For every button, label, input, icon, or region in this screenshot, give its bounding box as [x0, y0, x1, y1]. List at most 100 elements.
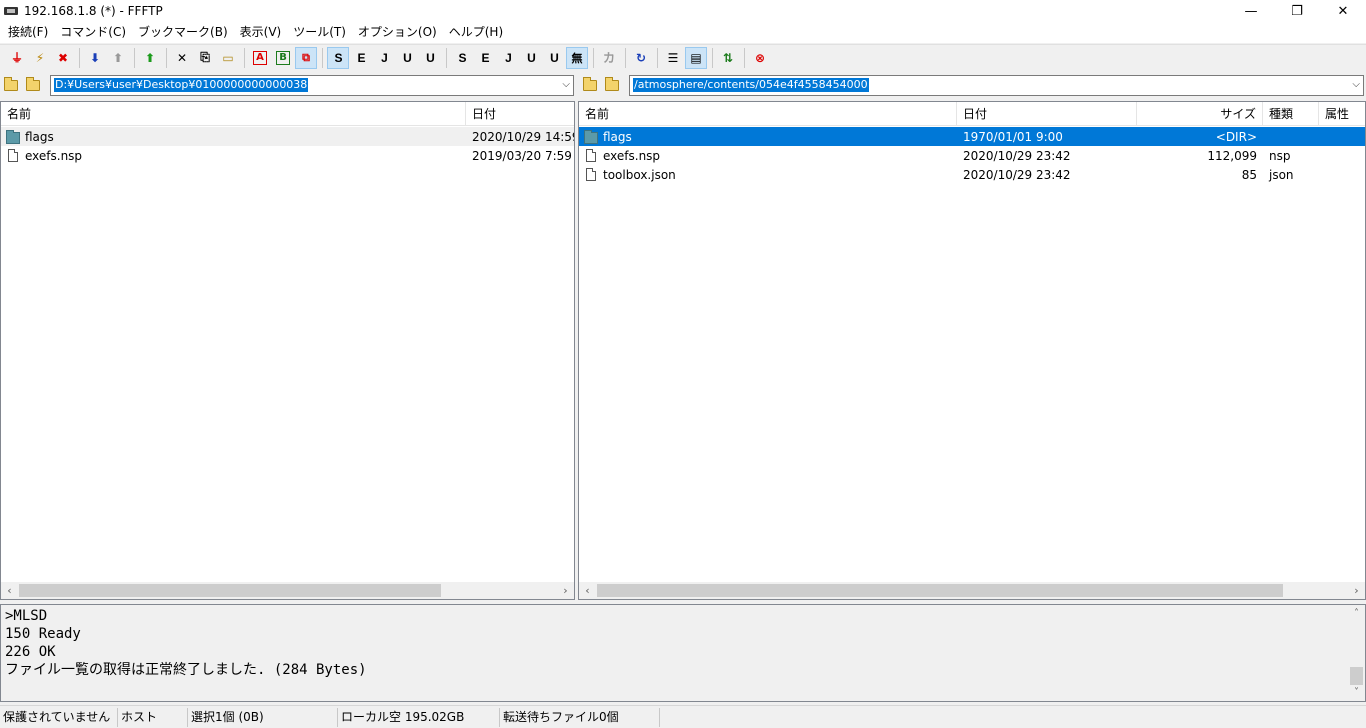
sync-icon: ⇅ [722, 50, 734, 65]
local-path-input[interactable]: D:¥Users¥user¥Desktop¥0100000000000038 ⌵ [50, 74, 574, 96]
local-file-list[interactable]: 名前 日付 flags 2020/10/29 14:59 exefs.nsp 2… [0, 101, 575, 600]
detail-view-icon: ▤ [690, 50, 702, 65]
remote-path-input[interactable]: /atmosphere/contents/054e4f4558454000 ⌵ [629, 74, 1364, 96]
menu-connect[interactable]: 接続(F) [2, 22, 54, 43]
delete-button[interactable]: ✕ [171, 47, 193, 69]
local-open-folder-button[interactable] [22, 74, 44, 96]
scroll-down-icon[interactable]: ˅ [1348, 684, 1365, 701]
scroll-up-icon[interactable]: ˄ [1348, 605, 1365, 622]
binary-mode-button[interactable]: B [272, 47, 294, 69]
close-button[interactable]: ✕ [1320, 0, 1366, 22]
menu-view[interactable]: 表示(V) [234, 22, 288, 43]
rename-button[interactable]: ⎘ [194, 47, 216, 69]
minimize-button[interactable]: — [1228, 0, 1274, 22]
chevron-down-icon[interactable]: ⌵ [562, 79, 570, 90]
rename-icon: ⎘ [200, 50, 210, 64]
host-utf8-button[interactable]: U [396, 47, 418, 69]
kana-conversion-button[interactable]: カ [598, 47, 620, 69]
host-utf8bom-button[interactable]: U [419, 47, 441, 69]
abort-button[interactable]: ⊗ [749, 47, 771, 69]
list-item[interactable]: toolbox.json 2020/10/29 23:42 85 json [579, 165, 1365, 184]
local-utf8bom-button[interactable]: U [543, 47, 565, 69]
local-list-header: 名前 日付 [1, 102, 574, 126]
folder-open-icon [26, 76, 40, 91]
mirror-upload-button[interactable]: ⬆ [139, 47, 161, 69]
window-title: 192.168.1.8 (*) - FFFTP [24, 4, 163, 18]
scroll-right-icon[interactable]: › [557, 582, 574, 599]
sync-browse-button[interactable]: ⇅ [717, 47, 739, 69]
disconnect-button[interactable]: ✖ [52, 47, 74, 69]
folder-up-icon [4, 76, 18, 91]
list-view-button[interactable]: ☰ [662, 47, 684, 69]
host-jis-button[interactable]: J [373, 47, 395, 69]
remote-col-name[interactable]: 名前 [579, 102, 957, 126]
local-col-date[interactable]: 日付 [466, 102, 574, 126]
file-icon [8, 149, 18, 162]
local-euc-button[interactable]: E [474, 47, 496, 69]
local-utf8-button[interactable]: U [520, 47, 542, 69]
host-euc-button[interactable]: E [350, 47, 372, 69]
scrollbar-thumb[interactable] [1350, 667, 1363, 685]
list-item[interactable]: exefs.nsp 2019/03/20 7:59 [1, 146, 574, 165]
disconnect-icon: ✖ [57, 50, 69, 65]
upload-button[interactable]: ⬆ [107, 47, 129, 69]
list-item[interactable]: flags 1970/01/01 9:00 <DIR> [579, 127, 1365, 146]
menu-options[interactable]: オプション(O) [352, 22, 443, 43]
list-view-icon: ☰ [667, 50, 679, 65]
arrow-down-icon: ⬇ [89, 50, 101, 65]
scrollbar-thumb[interactable] [597, 584, 1283, 597]
scroll-right-icon[interactable]: › [1348, 582, 1365, 599]
connect-button[interactable]: ⏚ [6, 47, 28, 69]
delete-icon: ✕ [176, 50, 188, 65]
auto-mode-button[interactable]: ⧉ [295, 46, 317, 69]
download-button[interactable]: ⬇ [84, 47, 106, 69]
local-horizontal-scrollbar[interactable]: ‹ › [1, 582, 574, 599]
local-parent-folder-button[interactable] [0, 74, 22, 96]
menu-command[interactable]: コマンド(C) [54, 22, 132, 43]
auto-mode-icon: ⧉ [302, 50, 310, 64]
chevron-down-icon[interactable]: ⌵ [1352, 79, 1360, 90]
detail-view-button[interactable]: ▤ [685, 46, 707, 69]
quick-connect-button[interactable]: ⚡ [29, 47, 51, 69]
remote-open-folder-button[interactable] [601, 74, 623, 96]
status-bar: 保護されていません ホスト 選択1個 (0B) ローカル空 195.02GB 転… [0, 705, 1366, 728]
ascii-mode-button[interactable]: A [249, 47, 271, 69]
remote-col-date[interactable]: 日付 [957, 102, 1137, 126]
status-host: ホスト [118, 707, 188, 727]
folder-open-icon [605, 76, 619, 91]
scroll-left-icon[interactable]: ‹ [1, 582, 18, 599]
mkdir-button[interactable]: ▭ [217, 47, 239, 69]
remote-path-bar: /atmosphere/contents/054e4f4558454000 ⌵ [579, 73, 1366, 97]
list-item[interactable]: flags 2020/10/29 14:59 [1, 127, 574, 146]
list-item[interactable]: exefs.nsp 2020/10/29 23:42 112,099 nsp [579, 146, 1365, 165]
stop-icon: ⊗ [754, 50, 766, 65]
local-sjis-button[interactable]: S [451, 47, 473, 69]
log-window[interactable]: >MLSD 150 Ready 226 OK ファイル一覧の取得は正常終了しまし… [0, 604, 1366, 702]
no-conversion-button[interactable]: 無 [566, 46, 588, 69]
log-line: ファイル一覧の取得は正常終了しました. (284 Bytes) [5, 662, 367, 678]
remote-list-header: 名前 日付 サイズ 種類 属性 [579, 102, 1365, 126]
remote-col-attr[interactable]: 属性 [1319, 102, 1365, 126]
host-sjis-button[interactable]: S [327, 46, 349, 69]
log-line: 226 OK [5, 644, 56, 660]
remote-parent-folder-button[interactable] [579, 74, 601, 96]
remote-horizontal-scrollbar[interactable]: ‹ › [579, 582, 1365, 599]
refresh-button[interactable]: ↻ [630, 47, 652, 69]
arrow-up-icon: ⬆ [112, 50, 124, 65]
folder-icon [584, 129, 598, 144]
remote-file-list[interactable]: 名前 日付 サイズ 種類 属性 flags 1970/01/01 9:00 <D… [578, 101, 1366, 600]
file-icon [586, 168, 596, 181]
menu-bookmark[interactable]: ブックマーク(B) [132, 22, 234, 43]
scrollbar-thumb[interactable] [19, 584, 441, 597]
local-path-bar: D:¥Users¥user¥Desktop¥0100000000000038 ⌵ [0, 73, 576, 97]
local-col-name[interactable]: 名前 [1, 102, 466, 126]
menu-tools[interactable]: ツール(T) [287, 22, 352, 43]
log-vertical-scrollbar[interactable]: ˄ ˅ [1348, 605, 1365, 701]
local-jis-button[interactable]: J [497, 47, 519, 69]
remote-col-type[interactable]: 種類 [1263, 102, 1319, 126]
toolbar: ⏚ ⚡ ✖ ⬇ ⬆ ⬆ ✕ ⎘ ▭ A B ⧉ S E J U U S E J … [0, 44, 1366, 70]
scroll-left-icon[interactable]: ‹ [579, 582, 596, 599]
remote-col-size[interactable]: サイズ [1137, 102, 1263, 126]
maximize-button[interactable]: ❐ [1274, 0, 1320, 22]
menu-help[interactable]: ヘルプ(H) [443, 22, 509, 43]
